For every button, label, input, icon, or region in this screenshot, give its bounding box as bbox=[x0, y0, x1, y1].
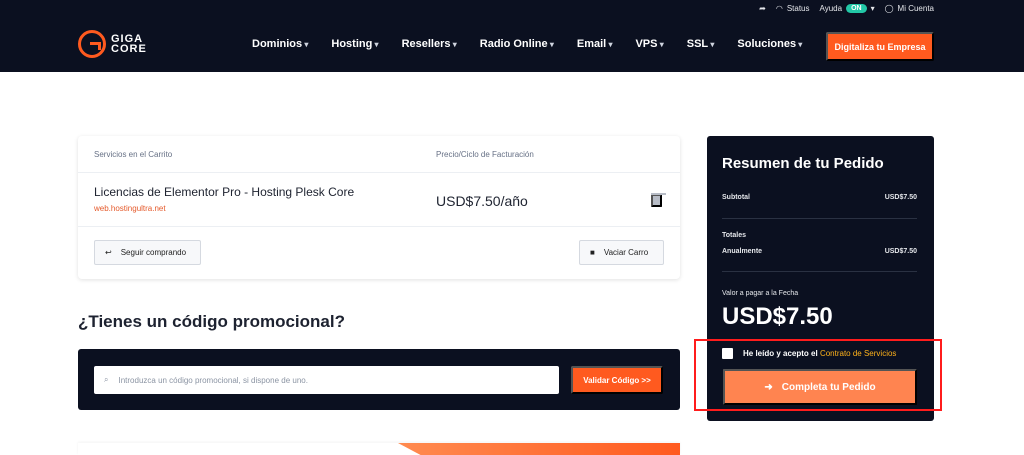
account-link[interactable]: ◯ Mi Cuenta bbox=[885, 4, 934, 13]
on-toggle[interactable]: ON bbox=[846, 3, 867, 13]
nav-soluciones[interactable]: Soluciones bbox=[737, 38, 802, 50]
cart-panel: Servicios en el Carrito Precio/Ciclo de … bbox=[78, 136, 680, 279]
trash-small-icon: ■ bbox=[590, 248, 595, 257]
promo-title: ¿Tienes un código promocional? bbox=[78, 312, 345, 331]
service-contract-link[interactable]: Contrato de Servicios bbox=[820, 349, 896, 358]
annual-label: Anualmente bbox=[722, 248, 763, 255]
top-utility-bar: ➦ ◠ Status Ayuda ON ▾ ◯ Mi Cuenta bbox=[759, 0, 1024, 16]
subtotal-label: Subtotal bbox=[722, 194, 750, 201]
promo-code-panel: ⌕ Validar Código >> bbox=[78, 349, 680, 410]
summary-divider-1 bbox=[722, 218, 917, 219]
order-summary-panel: Resumen de tu Pedido Subtotal USD$7.50 T… bbox=[707, 136, 934, 421]
digitaliza-button[interactable]: Digitaliza tu Empresa bbox=[826, 32, 934, 61]
logo-icon bbox=[78, 30, 106, 58]
status-label: Status bbox=[786, 3, 810, 13]
share-icon[interactable]: ➦ bbox=[759, 4, 766, 13]
search-icon: ⌕ bbox=[104, 375, 109, 384]
validate-code-button[interactable]: Validar Código >> bbox=[571, 366, 663, 394]
main-navigation: Dominios Hosting Resellers Radio Online … bbox=[252, 38, 802, 50]
nav-vps[interactable]: VPS bbox=[635, 38, 663, 50]
reply-icon: ↩ bbox=[105, 248, 112, 257]
complete-order-button[interactable]: ➜ Completa tu Pedido bbox=[723, 369, 917, 405]
status-link[interactable]: ◠ Status bbox=[776, 4, 810, 13]
nav-email[interactable]: Email bbox=[577, 38, 613, 50]
nav-radio-online[interactable]: Radio Online bbox=[480, 38, 554, 50]
account-label: Mi Cuenta bbox=[897, 3, 934, 13]
annual-value: USD$7.50 bbox=[884, 248, 917, 255]
cart-item-price: USD$7.50/año bbox=[436, 193, 528, 209]
terms-checkbox-row[interactable]: He leído y acepto el Contrato de Servici… bbox=[722, 348, 896, 359]
wifi-icon: ◠ bbox=[775, 3, 783, 13]
promo-code-input[interactable] bbox=[118, 375, 539, 385]
gigacore-logo[interactable]: GIGA CORE bbox=[78, 30, 147, 58]
summary-title: Resumen de tu Pedido bbox=[722, 155, 884, 172]
promo-code-field[interactable]: ⌕ bbox=[94, 366, 559, 394]
terms-text: He leído y acepto el Contrato de Servici… bbox=[743, 349, 897, 358]
subtotal-value: USD$7.50 bbox=[884, 194, 917, 201]
nav-hosting[interactable]: Hosting bbox=[331, 38, 378, 50]
user-icon: ◯ bbox=[884, 3, 894, 13]
cart-item-name: Licencias de Elementor Pro - Hosting Ple… bbox=[94, 185, 355, 199]
continue-shopping-button[interactable]: ↩ Seguir comprando bbox=[94, 240, 201, 265]
nav-ssl[interactable]: SSL bbox=[687, 38, 715, 50]
arrow-right-icon: ➜ bbox=[764, 381, 773, 393]
site-header: ➦ ◠ Status Ayuda ON ▾ ◯ Mi Cuenta GIGA CORE … bbox=[0, 0, 1024, 72]
complete-order-label: Completa tu Pedido bbox=[781, 381, 876, 393]
trash-icon[interactable] bbox=[651, 193, 666, 207]
services-header: Servicios en el Carrito bbox=[94, 150, 173, 159]
cart-header: Servicios en el Carrito Precio/Ciclo de … bbox=[78, 136, 680, 173]
empty-cart-label: Vaciar Carro bbox=[603, 248, 649, 257]
terms-checkbox[interactable] bbox=[722, 348, 733, 359]
due-price: USD$7.50 bbox=[722, 303, 833, 330]
empty-cart-button[interactable]: ■ Vaciar Carro bbox=[579, 240, 664, 265]
billing-header: Precio/Ciclo de Facturación bbox=[436, 150, 534, 159]
nav-dominios[interactable]: Dominios bbox=[252, 38, 308, 50]
help-label: Ayuda bbox=[819, 3, 843, 13]
chevron-down-icon: ▾ bbox=[870, 3, 875, 13]
nav-resellers[interactable]: Resellers bbox=[402, 38, 457, 50]
help-toggle[interactable]: Ayuda ON ▾ bbox=[819, 3, 875, 13]
cart-item-domain[interactable]: web.hostingultra.net bbox=[94, 204, 166, 213]
summary-divider-2 bbox=[722, 271, 917, 272]
next-card-partial bbox=[78, 443, 680, 455]
totals-label: Totales bbox=[722, 232, 746, 239]
cart-divider bbox=[78, 226, 680, 227]
logo-text: GIGA CORE bbox=[111, 33, 147, 55]
continue-shopping-label: Seguir comprando bbox=[120, 248, 187, 257]
due-label: Valor a pagar a la Fecha bbox=[722, 290, 799, 297]
